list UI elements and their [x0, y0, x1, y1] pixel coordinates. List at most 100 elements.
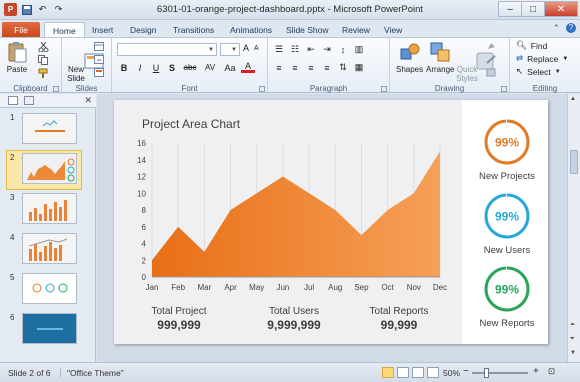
replace-icon: ⇄: [516, 53, 524, 63]
font-family-select[interactable]: ▼: [117, 43, 217, 56]
section-icon[interactable]: [94, 68, 105, 78]
slide-thumbnail-2[interactable]: 2: [6, 150, 82, 190]
help-icon[interactable]: ?: [566, 23, 576, 33]
scroll-down-icon[interactable]: ▼: [570, 350, 576, 356]
slide-thumbnail-3[interactable]: 3: [0, 191, 92, 231]
decrease-indent-icon[interactable]: ⇤: [304, 43, 318, 56]
find-button[interactable]: 🔍︎ Find: [516, 40, 547, 51]
slides-panel: ✕ 1 2 3 4 5 6: [0, 94, 96, 362]
reading-view-icon[interactable]: [412, 367, 424, 378]
format-painter-icon[interactable]: [38, 68, 49, 78]
shape-fill-icon[interactable]: [486, 42, 497, 52]
clipboard-launcher-icon[interactable]: [53, 86, 59, 92]
slide-sorter-icon[interactable]: [397, 367, 409, 378]
zoom-in-button[interactable]: +: [533, 366, 539, 377]
tab-review[interactable]: Review: [334, 22, 378, 38]
slide-thumbnail-5[interactable]: 5: [0, 271, 92, 311]
tab-home[interactable]: Home: [44, 22, 85, 38]
tab-view[interactable]: View: [376, 22, 410, 38]
arrange-button[interactable]: Arrange: [426, 41, 454, 74]
bullets-icon[interactable]: ☰: [272, 43, 286, 56]
strikethrough-button[interactable]: abc: [181, 61, 199, 74]
replace-button[interactable]: ⇄ Replace ▼: [516, 53, 568, 64]
zoom-level[interactable]: 50%: [443, 368, 460, 378]
zoom-slider-handle[interactable]: [484, 368, 489, 378]
font-launcher-icon[interactable]: [259, 86, 265, 92]
shape-effects-icon[interactable]: [486, 68, 497, 78]
numbering-icon[interactable]: ☷: [288, 43, 302, 56]
x-tick-label: Nov: [407, 283, 421, 292]
shrink-font-icon[interactable]: A: [254, 45, 259, 52]
italic-button[interactable]: I: [133, 61, 147, 74]
new-slide-button[interactable]: New Slide: [65, 41, 104, 83]
zoom-slider[interactable]: [472, 372, 528, 374]
slide-show-icon[interactable]: [427, 367, 439, 378]
select-button[interactable]: ↖ Select ▼: [516, 66, 561, 77]
slide-thumbnail-6[interactable]: 6: [0, 311, 92, 351]
stat-label: Total Users: [268, 306, 319, 317]
increase-indent-icon[interactable]: ⇥: [320, 43, 334, 56]
columns-icon[interactable]: ▥: [352, 43, 366, 56]
font-color-button[interactable]: A: [241, 61, 255, 73]
slide-canvas[interactable]: Project Area Chart 0 2 4 6 8 10 12 14 16 Jan Feb Ma…: [114, 100, 548, 344]
grow-font-icon[interactable]: A: [243, 43, 249, 53]
change-case-button[interactable]: Aa: [221, 61, 239, 74]
reset-icon[interactable]: [94, 55, 105, 65]
smartart-icon[interactable]: ▦: [352, 61, 366, 74]
underline-button[interactable]: U: [149, 61, 163, 74]
line-spacing-icon[interactable]: ↕: [336, 43, 350, 56]
theme-name[interactable]: "Office Theme": [60, 368, 124, 378]
minimize-ribbon-icon[interactable]: ⌃: [552, 23, 560, 34]
normal-view-icon[interactable]: [382, 367, 394, 378]
scrollbar-thumb[interactable]: [570, 150, 578, 174]
character-spacing-button[interactable]: AV: [201, 61, 219, 74]
tab-insert[interactable]: Insert: [84, 22, 121, 38]
quick-styles-button[interactable]: Quick Styles: [456, 41, 494, 83]
x-tick-label: Sep: [354, 283, 369, 292]
tab-transitions[interactable]: Transitions: [165, 22, 222, 38]
previous-slide-icon[interactable]: ⏶: [570, 322, 575, 329]
fit-to-window-icon[interactable]: ⊡: [548, 366, 555, 377]
align-right-icon[interactable]: ≡: [304, 61, 318, 74]
slide-thumbnail-4[interactable]: 4: [0, 231, 92, 271]
layout-icon[interactable]: [94, 42, 105, 52]
justify-icon[interactable]: ≡: [320, 61, 334, 74]
slides-tab-icon[interactable]: [8, 96, 18, 105]
align-left-icon[interactable]: ≡: [272, 61, 286, 74]
outline-tab-icon[interactable]: [24, 96, 34, 105]
cut-icon[interactable]: [38, 41, 49, 53]
kpi-new-projects: 99% New Projects: [472, 117, 542, 182]
shape-outline-icon[interactable]: [486, 55, 497, 65]
tab-design[interactable]: Design: [122, 22, 164, 38]
vertical-scrollbar[interactable]: ▲ ⏶ ⏷ ▼: [567, 94, 580, 362]
stat-total-reports: Total Reports 99,999: [349, 306, 449, 332]
text-direction-icon[interactable]: ⇅: [336, 61, 350, 74]
paragraph-group: ☰ ☷ ⇤ ⇥ ↕ ▥ ≡ ≡ ≡ ≡ ⇅ ▦ Paragraph: [268, 38, 390, 94]
slide-thumbnail-1[interactable]: 1: [0, 111, 92, 151]
drawing-launcher-icon[interactable]: [501, 86, 507, 92]
tab-animations[interactable]: Animations: [222, 22, 280, 38]
align-center-icon[interactable]: ≡: [288, 61, 302, 74]
minimize-button[interactable]: –: [498, 1, 522, 17]
close-panel-icon[interactable]: ✕: [84, 95, 92, 106]
text-shadow-button[interactable]: S: [165, 61, 179, 74]
font-size-select[interactable]: ▼: [220, 43, 240, 56]
binoculars-icon: 🔍︎: [516, 40, 527, 50]
shapes-button[interactable]: Shapes: [396, 41, 423, 74]
paste-icon: [6, 41, 28, 63]
stat-value: 99,999: [380, 318, 418, 332]
tab-slide-show[interactable]: Slide Show: [278, 22, 337, 38]
paragraph-launcher-icon[interactable]: [381, 86, 387, 92]
scroll-up-icon[interactable]: ▲: [570, 96, 576, 102]
arrange-icon: [429, 41, 451, 63]
bold-button[interactable]: B: [117, 61, 131, 74]
zoom-out-button[interactable]: −: [463, 366, 469, 377]
maximize-button[interactable]: □: [521, 1, 545, 17]
copy-icon[interactable]: [38, 55, 49, 65]
tab-file[interactable]: File: [2, 22, 40, 38]
paste-button[interactable]: Paste: [6, 41, 28, 74]
next-slide-icon[interactable]: ⏷: [570, 336, 575, 343]
x-tick-label: Jan: [146, 283, 159, 292]
close-button[interactable]: ✕: [544, 1, 578, 17]
x-tick-label: Oct: [381, 283, 394, 292]
